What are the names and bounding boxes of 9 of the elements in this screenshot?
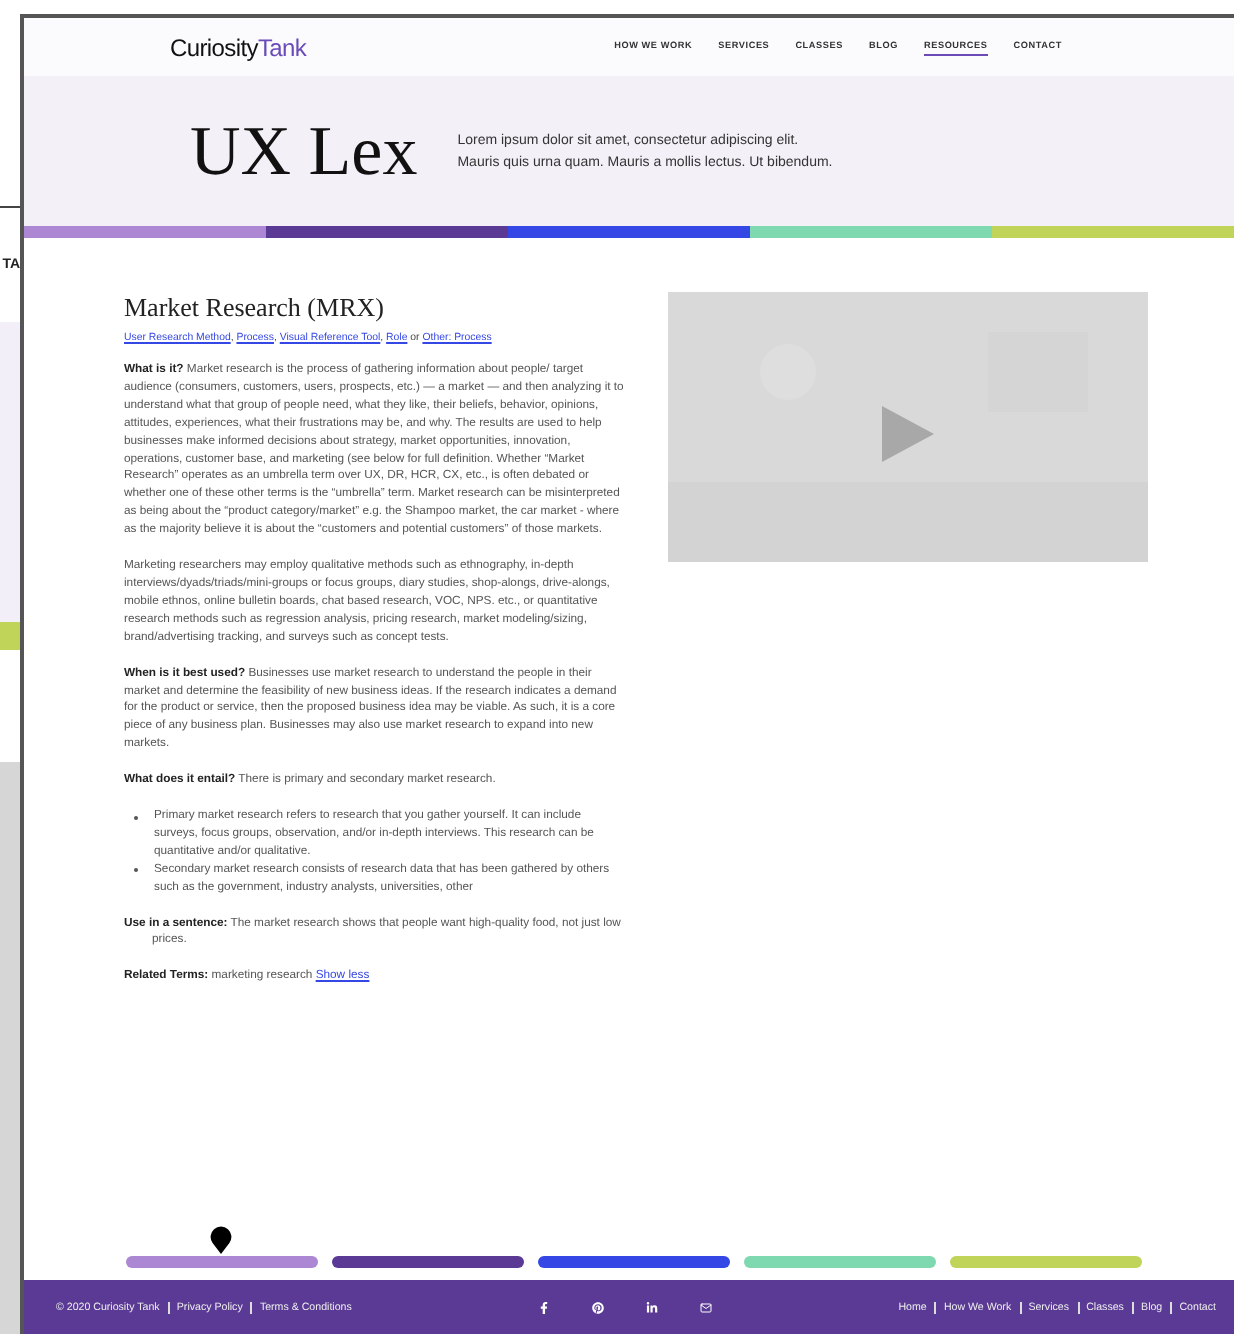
mail-icon[interactable] [700,1301,713,1313]
progress-step[interactable] [126,1224,318,1268]
linkedin-icon[interactable] [646,1301,659,1313]
pinterest-icon[interactable] [592,1301,605,1313]
logo[interactable]: CuriosityTank [170,33,307,61]
location-pin-icon [210,1226,232,1254]
facebook-icon[interactable] [538,1301,551,1313]
term-title: Market Research (MRX) [124,292,386,324]
page-title: UX Lex [190,111,418,191]
